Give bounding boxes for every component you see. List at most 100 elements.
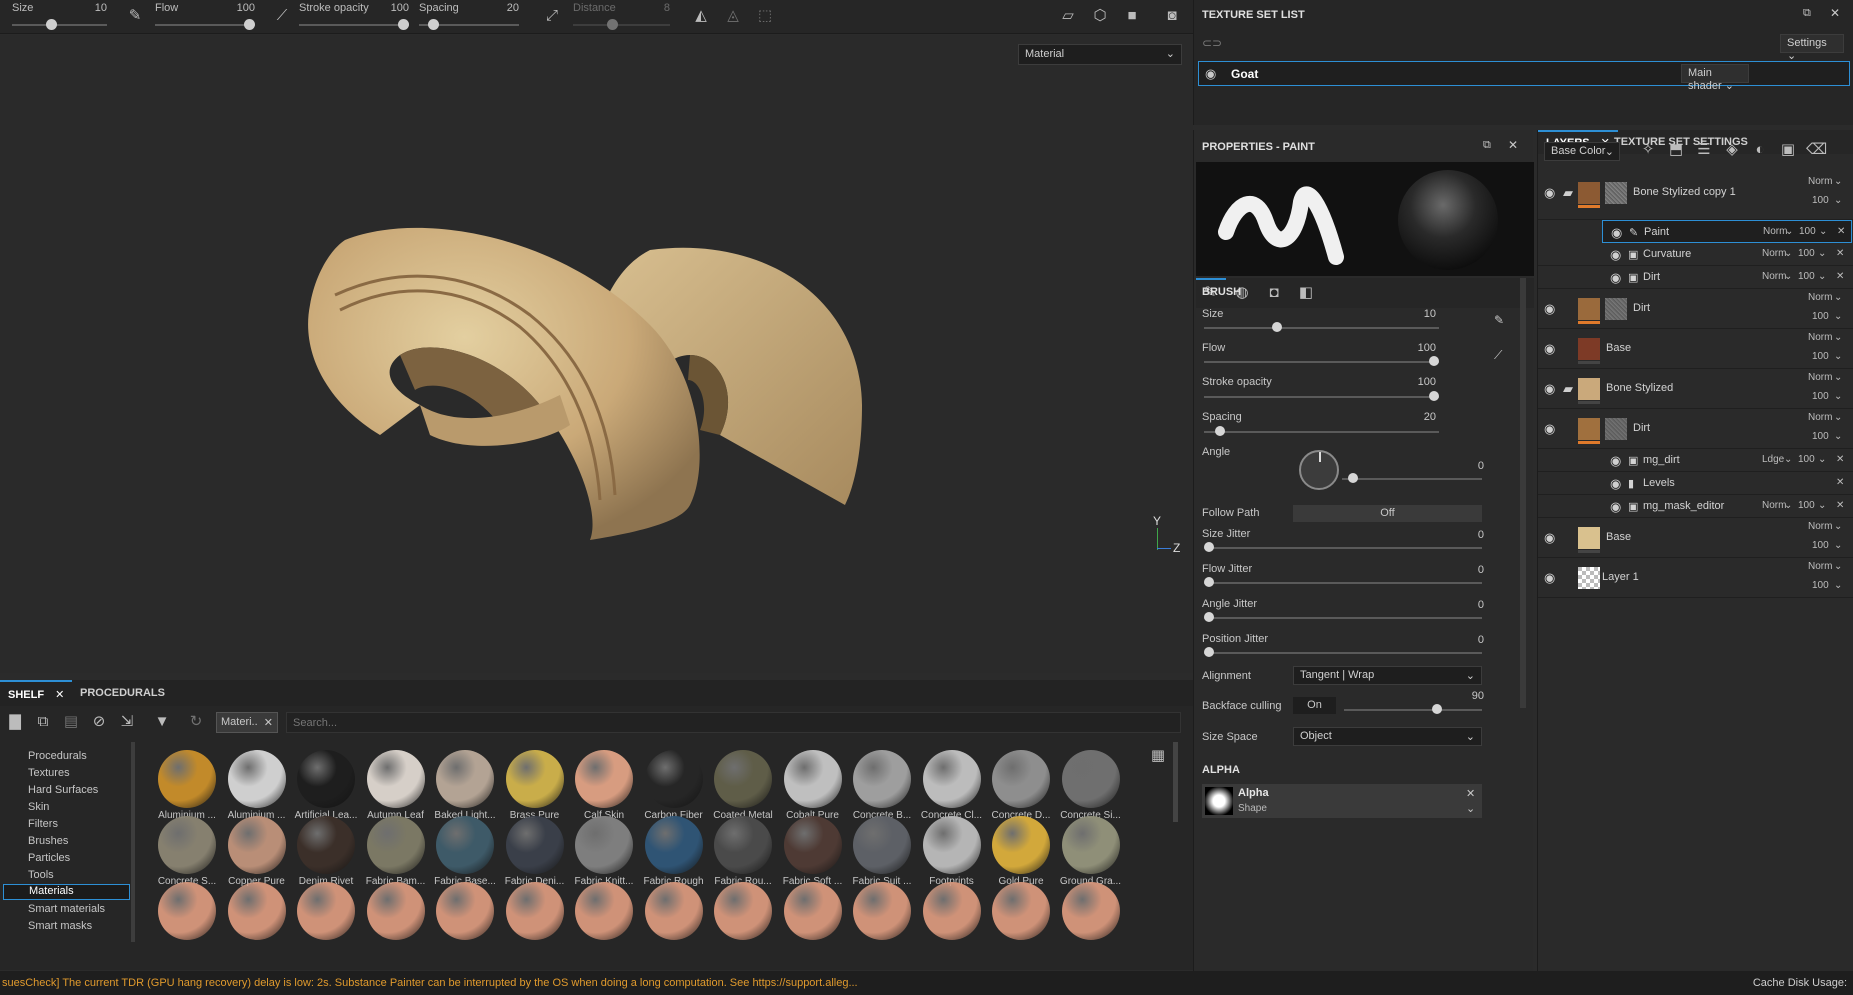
- link-icon[interactable]: ⊂⊃: [1202, 36, 1222, 50]
- add-mask-icon[interactable]: ◐: [1750, 140, 1770, 160]
- layer-thumbnail[interactable]: [1578, 378, 1600, 400]
- material-thumbnail[interactable]: [853, 816, 911, 874]
- stroke-opacity-track[interactable]: [299, 24, 409, 26]
- mask-thumbnail[interactable]: [1605, 418, 1627, 440]
- material-thumbnail[interactable]: [783, 750, 842, 808]
- flow-jitter-value[interactable]: 0: [1444, 564, 1484, 576]
- layer-name[interactable]: Dirt: [1643, 271, 1660, 283]
- layer-name[interactable]: Dirt: [1633, 302, 1650, 314]
- flow-value[interactable]: 100: [1396, 342, 1436, 354]
- close-icon[interactable]: ✕: [1836, 271, 1844, 282]
- grid-scrollbar[interactable]: [1173, 742, 1178, 822]
- size-knob[interactable]: [1271, 322, 1282, 332]
- size-space-select[interactable]: Object ⌄: [1293, 727, 1482, 746]
- category-item[interactable]: Procedurals: [28, 750, 87, 762]
- material-thumbnail[interactable]: [436, 750, 494, 808]
- material-thumbnail[interactable]: [227, 750, 286, 808]
- mask-thumbnail[interactable]: [1605, 182, 1627, 204]
- material-thumbnail[interactable]: [297, 750, 355, 808]
- material-thumbnail[interactable]: [158, 750, 216, 808]
- layer-row[interactable]: ◉ Dirt Norm ⌄ 100 ⌄: [1538, 289, 1853, 329]
- layer-effect-row[interactable]: ◉ ✎ Paint Norm ⌄ 100 ⌄ ✕: [1602, 220, 1852, 243]
- stencil-tab-icon[interactable]: ◧: [1296, 283, 1316, 303]
- layer-name[interactable]: Base: [1606, 342, 1631, 354]
- eye-icon[interactable]: ◉: [1205, 66, 1216, 82]
- angle-track[interactable]: [1342, 478, 1482, 480]
- angle-value[interactable]: 0: [1464, 460, 1484, 472]
- material-thumbnail[interactable]: [436, 882, 494, 940]
- layer-name[interactable]: Paint: [1644, 226, 1669, 238]
- eye-icon[interactable]: ◉: [1610, 247, 1621, 263]
- filter-chip[interactable]: Materi.. ✕: [216, 712, 278, 733]
- material-thumbnail[interactable]: [575, 882, 633, 940]
- flow-track[interactable]: [155, 24, 255, 26]
- backface-culling-value[interactable]: 90: [1444, 690, 1484, 702]
- close-icon[interactable]: ✕: [1836, 500, 1844, 511]
- distance-knob[interactable]: [607, 19, 619, 30]
- layer-name[interactable]: Base: [1606, 531, 1631, 543]
- eye-icon[interactable]: ◉: [1611, 225, 1622, 241]
- layer-effect-row[interactable]: ◉ ▣ mg_dirt Ldge ⌄ 100 ⌄ ✕: [1538, 449, 1853, 472]
- angle-jitter-track[interactable]: [1204, 617, 1482, 619]
- filter-icon[interactable]: ▼: [152, 712, 172, 732]
- close-icon[interactable]: ✕: [1836, 248, 1844, 259]
- goat-horn-model[interactable]: [0, 35, 1193, 673]
- category-item[interactable]: Skin: [28, 801, 49, 813]
- eye-icon[interactable]: ◉: [1544, 381, 1555, 397]
- layer-name[interactable]: mg_dirt: [1643, 454, 1680, 466]
- spacing-value[interactable]: 20: [507, 2, 519, 14]
- layer-name[interactable]: Curvature: [1643, 248, 1691, 260]
- layer-name[interactable]: Dirt: [1633, 422, 1650, 434]
- opacity-value[interactable]: 100: [1798, 454, 1815, 465]
- stroke-opacity-knob[interactable]: [398, 19, 409, 30]
- import-icon[interactable]: ⇲: [117, 712, 137, 732]
- opacity-value[interactable]: 100: [1798, 271, 1815, 282]
- flow-pressure-icon[interactable]: ⟋: [1494, 348, 1502, 363]
- eye-icon[interactable]: ◉: [1544, 185, 1555, 201]
- add-folder-icon[interactable]: ▣: [1778, 140, 1798, 160]
- viewport-mode-select[interactable]: Material ⌄: [1018, 44, 1182, 65]
- eye-icon[interactable]: ◉: [1610, 453, 1621, 469]
- layer-thumbnail[interactable]: [1578, 298, 1600, 320]
- layer-name[interactable]: Levels: [1643, 477, 1675, 489]
- layer-name[interactable]: Bone Stylized copy 1: [1633, 186, 1736, 198]
- alignment-select[interactable]: Tangent | Wrap ⌄: [1293, 666, 1482, 685]
- stroke-opacity-track[interactable]: [1204, 396, 1439, 398]
- new-window-icon[interactable]: ⧉: [33, 712, 53, 732]
- screenshot-icon[interactable]: ◙: [1162, 6, 1182, 26]
- add-layer-icon[interactable]: ☰: [1694, 140, 1714, 160]
- close-icon[interactable]: ✕: [1466, 787, 1475, 800]
- flow-slider[interactable]: Flow 100: [155, 0, 255, 34]
- material-thumbnail[interactable]: [575, 750, 633, 808]
- material-thumbnail[interactable]: [366, 882, 425, 940]
- size-jitter-track[interactable]: [1204, 547, 1482, 549]
- crop-icon[interactable]: ⬚: [755, 6, 775, 26]
- layer-folder-row[interactable]: ◉ ▰ Bone Stylized Norm ⌄ 100 ⌄: [1538, 369, 1853, 409]
- layer-name[interactable]: mg_mask_editor: [1643, 500, 1724, 512]
- close-icon[interactable]: ✕: [55, 689, 64, 701]
- backface-culling-toggle[interactable]: On: [1293, 697, 1336, 714]
- spacing-track[interactable]: [1204, 431, 1439, 433]
- position-jitter-knob[interactable]: [1204, 647, 1214, 657]
- size-value[interactable]: 10: [95, 2, 107, 14]
- material-thumbnail[interactable]: [992, 816, 1050, 874]
- spacing-knob[interactable]: [1215, 426, 1226, 436]
- eye-icon[interactable]: ◉: [1610, 476, 1621, 492]
- blend-mode-select[interactable]: Norm: [1808, 176, 1832, 187]
- blend-mode-select[interactable]: Norm: [1762, 271, 1786, 282]
- material-thumbnail[interactable]: [1061, 816, 1120, 874]
- viewport-3d-icon[interactable]: ⬡: [1090, 6, 1110, 26]
- layer-folder-row[interactable]: ◉ ▰ Bone Stylized copy 1 Norm ⌄ 100 ⌄: [1538, 166, 1853, 220]
- opacity-value[interactable]: 100: [1812, 431, 1829, 442]
- layer-name[interactable]: Bone Stylized: [1606, 382, 1673, 394]
- material-thumbnail[interactable]: [227, 816, 286, 874]
- fill-layer-icon[interactable]: ⬒: [1666, 140, 1686, 160]
- material-thumbnail[interactable]: [436, 816, 494, 874]
- material-thumbnail[interactable]: [227, 882, 286, 940]
- material-thumbnail[interactable]: [783, 816, 842, 874]
- pen-pressure-icon[interactable]: ✎: [1494, 313, 1504, 327]
- layer-row[interactable]: ◉ Base Norm ⌄ 100 ⌄: [1538, 329, 1853, 369]
- category-item[interactable]: Tools: [28, 869, 54, 881]
- close-icon[interactable]: ✕: [1508, 138, 1518, 152]
- symmetry-icon[interactable]: ◭: [691, 6, 711, 26]
